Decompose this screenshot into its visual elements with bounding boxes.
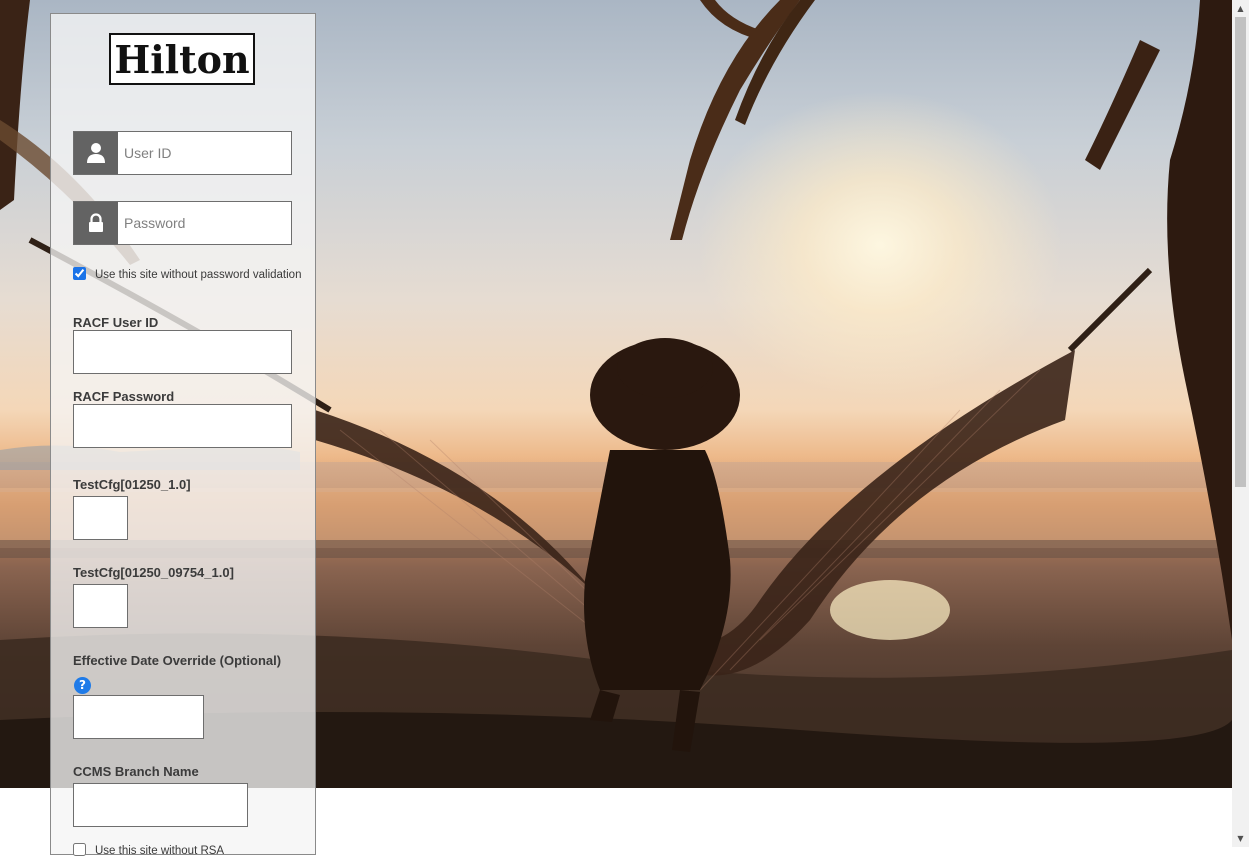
racf-password-input[interactable] <box>73 404 292 448</box>
racf-user-id-input[interactable] <box>73 330 292 374</box>
racf-password-label: RACF Password <box>73 389 175 404</box>
rsa-checkbox[interactable] <box>73 843 86 856</box>
user-id-field <box>73 131 292 175</box>
no-password-label: Use this site without password validatio… <box>95 269 302 281</box>
testcfg-2-input[interactable] <box>73 584 128 628</box>
scroll-up-icon[interactable]: ▲ <box>1232 0 1249 17</box>
password-field <box>73 201 292 245</box>
password-input[interactable] <box>118 202 286 244</box>
user-icon <box>74 132 118 174</box>
user-id-input[interactable] <box>118 132 286 174</box>
hilton-logo: Hilton <box>109 33 255 85</box>
scroll-thumb[interactable] <box>1235 17 1246 487</box>
login-panel: Hilton Use this site without password va… <box>50 13 316 857</box>
effective-date-input[interactable] <box>73 695 204 739</box>
testcfg-1-input[interactable] <box>73 496 128 540</box>
no-password-checkbox[interactable] <box>73 267 86 280</box>
lock-icon <box>74 202 118 244</box>
ccms-branch-label: CCMS Branch Name <box>73 764 199 779</box>
racf-user-id-label: RACF User ID <box>73 315 159 330</box>
vertical-scrollbar[interactable]: ▲ ▼ <box>1232 0 1249 847</box>
ccms-branch-input[interactable] <box>73 783 248 827</box>
rsa-option: Use this site without RSA <box>73 840 303 862</box>
scroll-down-icon[interactable]: ▼ <box>1232 830 1249 847</box>
testcfg-1-label: TestCfg[01250_1.0] <box>73 477 191 492</box>
logo-text: Hilton <box>114 36 250 82</box>
effective-date-label: Effective Date Override (Optional) <box>73 653 282 668</box>
help-icon[interactable]: ? <box>74 677 91 694</box>
testcfg-2-label: TestCfg[01250_09754_1.0] <box>73 565 234 580</box>
no-password-option: Use this site without password validatio… <box>73 264 303 286</box>
